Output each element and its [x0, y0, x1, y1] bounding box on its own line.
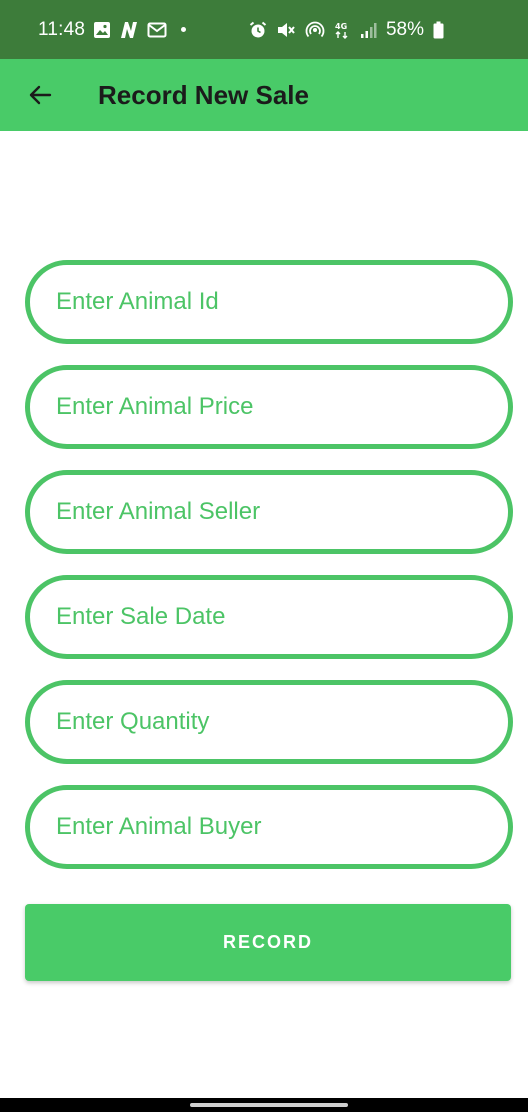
animal-id-field[interactable] — [25, 260, 513, 344]
animal-buyer-field[interactable] — [25, 785, 513, 869]
notification-dot — [181, 27, 187, 32]
mute-icon — [276, 21, 296, 39]
alarm-icon — [249, 21, 267, 39]
battery-icon — [433, 21, 444, 39]
navigation-bar — [0, 1098, 528, 1112]
status-bar: 11:48 4G 58% — [0, 0, 528, 59]
sale-date-field[interactable] — [25, 575, 513, 659]
page-title: Record New Sale — [98, 79, 309, 110]
back-button[interactable] — [24, 79, 56, 111]
arrow-left-icon — [29, 85, 52, 105]
quantity-field[interactable] — [25, 680, 513, 764]
battery-percent: 58% — [385, 18, 424, 40]
mail-icon — [147, 21, 167, 39]
animal-id-input[interactable] — [54, 287, 484, 317]
app-bar: Record New Sale — [0, 59, 528, 131]
status-left: 11:48 — [38, 18, 187, 41]
animal-buyer-input[interactable] — [54, 812, 484, 842]
animal-price-input[interactable] — [54, 392, 484, 422]
animal-seller-input[interactable] — [54, 497, 484, 527]
record-button[interactable]: RECORD — [25, 904, 511, 981]
screen: 11:48 4G 58% Record New Sale Enter Anima… — [0, 0, 528, 1112]
home-gesture-handle[interactable] — [190, 1103, 348, 1107]
svg-text:4G: 4G — [335, 22, 347, 31]
sale-form — [25, 260, 513, 890]
image-icon — [93, 21, 111, 39]
animal-price-field[interactable] — [25, 365, 513, 449]
network-icon: 4G — [334, 21, 350, 39]
signal-icon — [359, 21, 377, 39]
sale-date-input[interactable] — [54, 602, 484, 632]
status-time: 11:48 — [38, 18, 86, 40]
animal-seller-field[interactable] — [25, 470, 513, 554]
hotspot-icon — [305, 21, 325, 39]
status-right: 4G 58% — [249, 19, 444, 41]
quantity-input[interactable] — [54, 707, 484, 737]
n-app-icon — [119, 21, 139, 39]
